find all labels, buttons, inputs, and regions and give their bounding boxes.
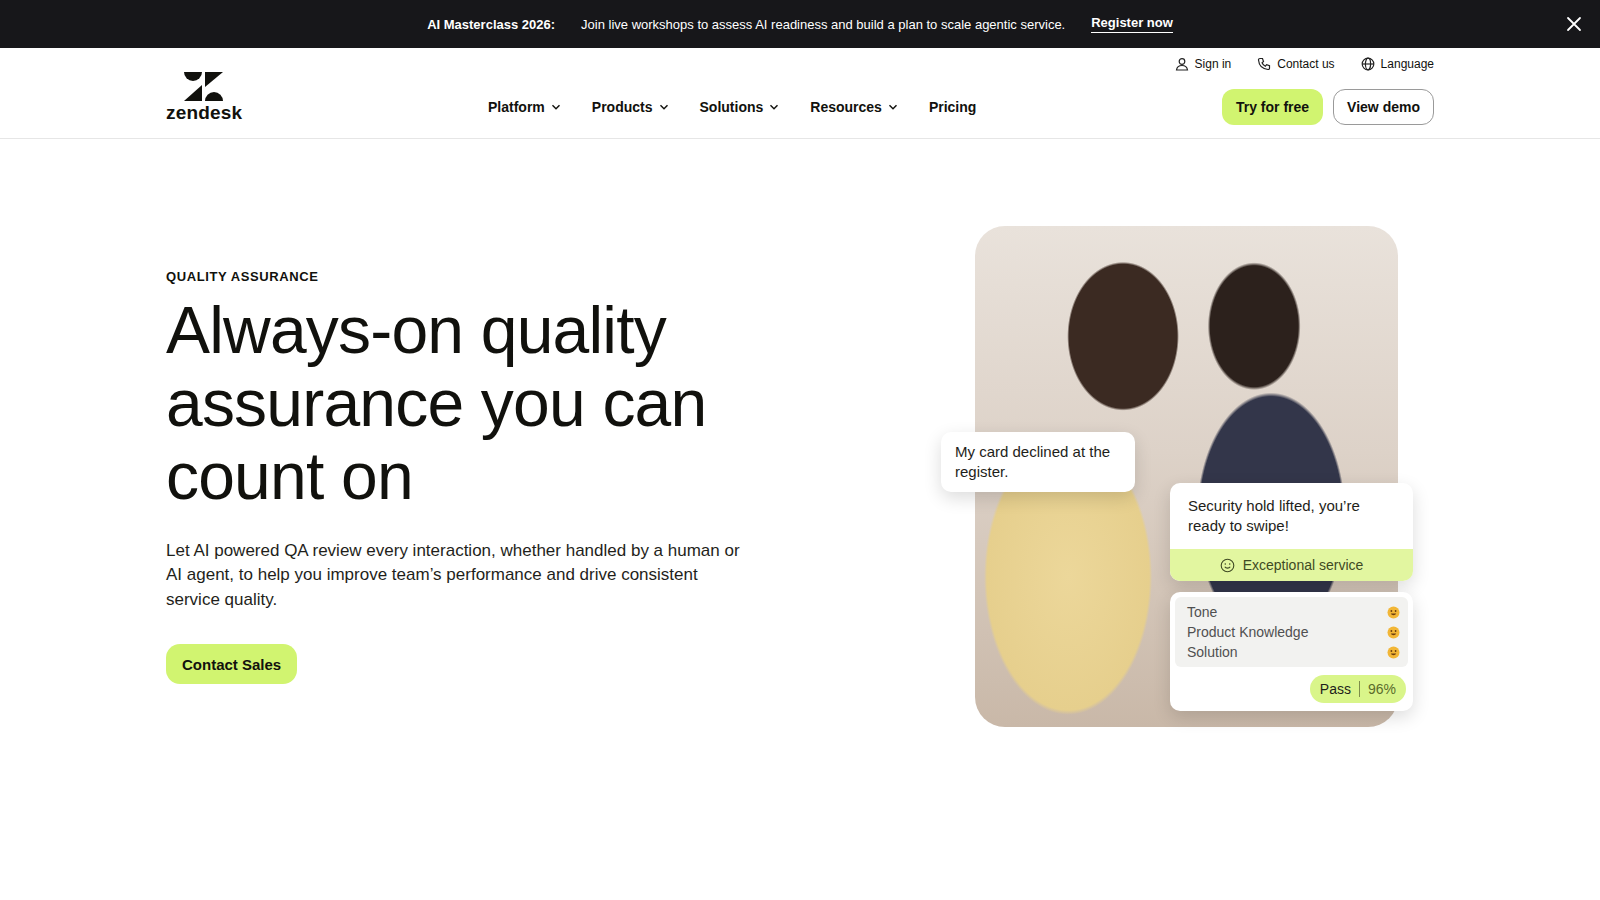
result-label: Pass [1320,679,1351,699]
utility-link[interactable]: Contact us [1257,57,1334,71]
hero-section: QUALITY ASSURANCE Always-on quality assur… [0,139,1600,727]
eyebrow: QUALITY ASSURANCE [166,269,319,284]
nav-item[interactable]: Resources [810,99,898,115]
button-label: Try for free [1236,99,1309,115]
smile-icon [1220,558,1235,573]
view-demo-button[interactable]: View demo [1333,89,1434,125]
phone-icon [1257,57,1271,71]
message-text: Security hold lifted, you’re ready to sw… [1170,483,1413,549]
nav-label: Platform [488,99,545,115]
chevron-down-icon [888,102,898,112]
criteria-label: Tone [1187,603,1217,621]
contact-sales-button[interactable]: Contact Sales [166,644,297,684]
criteria-label: Product Knowledge [1187,623,1308,641]
pill-divider [1359,681,1360,697]
zendesk-logo-icon[interactable] [184,71,224,102]
nav-item[interactable]: Solutions [700,99,780,115]
nav-item[interactable]: Platform [488,99,561,115]
criteria-row: Product Knowledge [1187,623,1400,641]
promo-banner: AI Masterclass 2026: Join live workshops … [0,0,1600,48]
banner-close-button[interactable] [1566,16,1582,32]
globe-icon [1361,57,1375,71]
criteria-row: Tone [1187,603,1400,621]
logo[interactable]: zendesk [166,48,242,138]
agent-message: Security hold lifted, you’re ready to sw… [1170,483,1413,581]
customer-message: My card declined at the register. [941,432,1135,492]
chevron-down-icon [551,102,561,112]
nav-item[interactable]: Pricing [929,99,976,115]
nav-label: Solutions [700,99,764,115]
hero-title: Always-on quality assurance you can coun… [166,294,816,513]
register-link[interactable]: Register now [1091,15,1173,33]
hero-visual: My card declined at the register.Securit… [975,226,1398,727]
nav-label: Resources [810,99,882,115]
criteria-row: Solution [1187,643,1400,661]
criteria-label: Solution [1187,643,1238,661]
button-label: Contact Sales [182,656,281,673]
result-pill: Pass 96% [1310,675,1406,703]
logo-text: zendesk [166,103,242,122]
chevron-down-icon [659,102,669,112]
result-row: Pass 96% [1175,667,1408,706]
nav-label: Products [592,99,653,115]
person-icon [1175,57,1189,71]
hero-text: QUALITY ASSURANCE Always-on quality assur… [166,269,816,685]
qa-scorecard: Tone Product Knowledge Solution Pass 96% [1170,592,1413,711]
emoji-icon [1387,606,1400,619]
nav-item[interactable]: Products [592,99,669,115]
score: 96% [1368,679,1396,699]
banner-text: Join live workshops to assess AI readine… [581,17,1065,32]
site-header: zendesk Sign in Contact us Language Platform… [0,48,1600,139]
hero-description: Let AI powered QA review every interacti… [166,539,756,613]
try-free-button[interactable]: Try for free [1222,89,1323,125]
chevron-down-icon [769,102,779,112]
criteria-list: Tone Product Knowledge Solution [1175,597,1408,667]
utility-links: Sign in Contact us Language [1175,48,1434,76]
utility-link-label: Sign in [1195,57,1232,71]
utility-link-label: Contact us [1277,57,1334,71]
rating-label: Exceptional service [1243,555,1364,575]
button-label: View demo [1347,99,1420,115]
emoji-icon [1387,626,1400,639]
nav-label: Pricing [929,99,976,115]
header-buttons: Try for free View demo [1222,76,1434,138]
close-icon[interactable] [1566,16,1582,32]
utility-link-label: Language [1381,57,1434,71]
utility-link[interactable]: Language [1361,57,1434,71]
emoji-icon [1387,646,1400,659]
main-nav: Platform Products Solutions Resources Pricin… [242,76,1222,138]
banner-content: AI Masterclass 2026: Join live workshops … [427,15,1173,33]
rating-strip: Exceptional service [1170,549,1413,581]
utility-link[interactable]: Sign in [1175,57,1232,71]
message-text: My card declined at the register. [955,443,1110,480]
banner-title: AI Masterclass 2026: [427,17,555,32]
